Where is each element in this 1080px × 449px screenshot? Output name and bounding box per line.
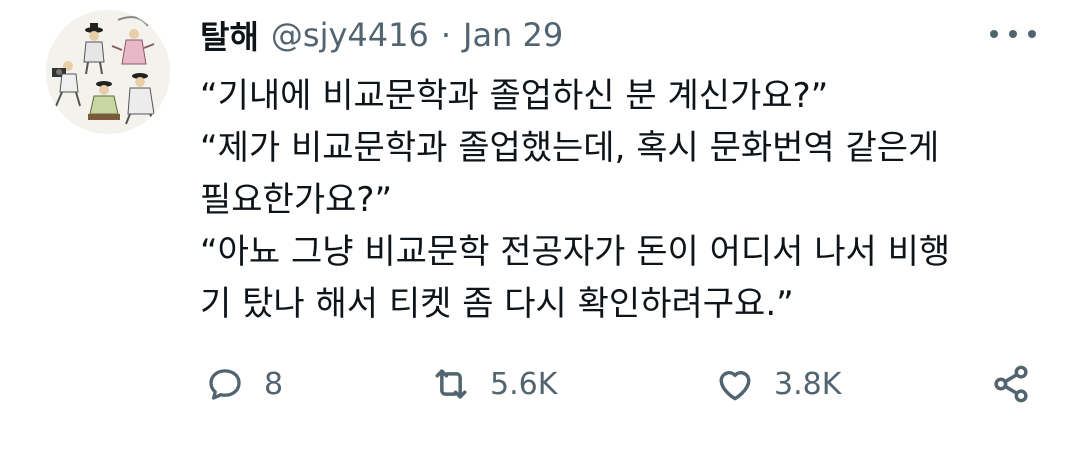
reply-button[interactable]: 8 [200, 356, 283, 412]
tweet-date[interactable]: Jan 29 [463, 16, 563, 54]
tweet-text-line: “아뇨 그냥 비교문학 전공자가 돈이 어디서 나서 비행 [200, 232, 951, 272]
tweet-header: 탈해 @sjy4416 · Jan 29 [200, 10, 563, 60]
avatar[interactable] [46, 10, 170, 134]
avatar-illustration [46, 10, 170, 134]
like-icon [710, 359, 760, 409]
display-name[interactable]: 탈해 [200, 12, 259, 58]
tweet: 탈해 @sjy4416 · Jan 29 “기내에 비교문학과 졸업하신 분 계… [0, 0, 1080, 449]
user-handle[interactable]: @sjy4416 [271, 16, 429, 54]
more-icon[interactable] [990, 22, 1036, 46]
tweet-actions: 8 5.6K 3.8K [200, 356, 1050, 412]
like-count: 3.8K [774, 366, 842, 402]
share-button[interactable] [986, 356, 1036, 412]
reply-icon [200, 359, 250, 409]
more-dot [1009, 30, 1017, 38]
tweet-text-line: 필요한가요?” [200, 180, 393, 220]
tweet-text: “기내에 비교문학과 졸업하신 분 계신가요?” “제가 비교문학과 졸업했는데… [200, 70, 1050, 330]
separator-dot: · [440, 16, 451, 54]
tweet-text-line: 기 탔나 해서 티켓 좀 다시 확인하려구요.” [200, 284, 794, 324]
reply-count: 8 [264, 366, 284, 402]
tweet-text-line: “기내에 비교문학과 졸업하신 분 계신가요?” [200, 76, 829, 116]
retweet-button[interactable]: 5.6K [426, 356, 557, 412]
retweet-count: 5.6K [490, 366, 558, 402]
tweet-text-line: “제가 비교문학과 졸업했는데, 혹시 문화번역 같은게 [200, 128, 940, 168]
like-button[interactable]: 3.8K [710, 356, 841, 412]
share-icon [986, 359, 1036, 409]
more-dot [1028, 30, 1036, 38]
retweet-icon [426, 359, 476, 409]
more-dot [990, 30, 998, 38]
